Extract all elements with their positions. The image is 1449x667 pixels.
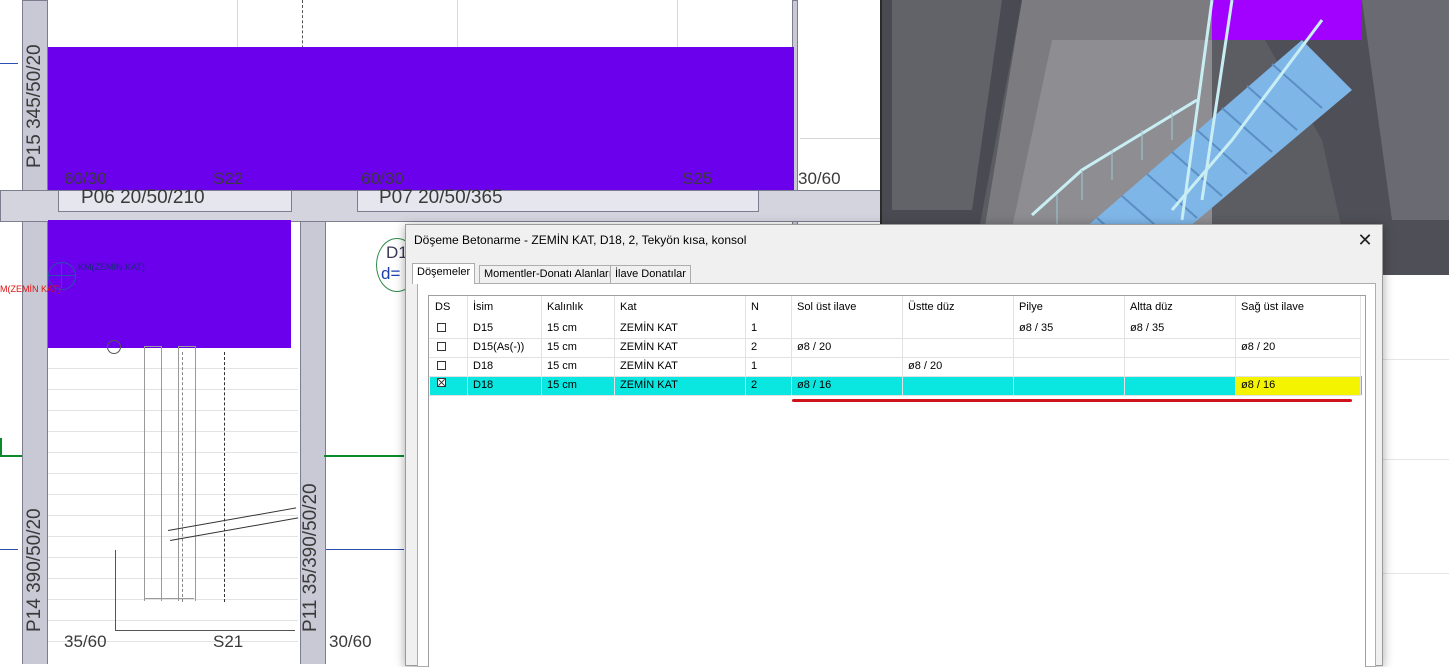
cell-isim: D18: [473, 379, 494, 391]
table-row[interactable]: D15 15 cm ZEMİN KAT 1 ø8 / 35 ø8 / 35: [429, 319, 1361, 338]
beam-end-label: 60/30: [64, 169, 107, 188]
cell-sag-ust-ilave[interactable]: ø8 / 16: [1235, 376, 1360, 395]
cell-n: 1: [751, 322, 758, 334]
grid-line: [457, 0, 458, 47]
tab-momentler-donati-alanlari[interactable]: Momentler-Donatı Alanları: [479, 265, 617, 283]
cell-n: 1: [751, 360, 758, 372]
cell-n: 2: [751, 341, 758, 353]
dimension-arrow: [0, 63, 18, 64]
km-marker-crosshair: [61, 262, 62, 288]
cell-kalinlik: 15 cm: [547, 341, 577, 353]
grid-line: [1382, 459, 1449, 460]
column-header-ustte-duz[interactable]: Üstte düz: [902, 296, 1013, 318]
beam-end-label: 30/60: [798, 169, 841, 188]
column-label-p14: P14 390/50/20: [24, 508, 45, 632]
cell-isim: D15(As(-)): [473, 341, 525, 353]
cell-kat: ZEMİN KAT: [620, 341, 678, 353]
cell-altta-duz[interactable]: ø8 / 35: [1124, 319, 1235, 338]
column-label-p11: P11 35/390/50/20: [300, 483, 321, 632]
km-marker-crosshair: [48, 275, 76, 276]
stair-handrail-left: [144, 346, 162, 601]
column-header-sag-ust-ilave[interactable]: Sağ üst ilave: [1235, 296, 1360, 318]
slab-tag-thickness: d=: [381, 264, 401, 283]
stair-steps: [48, 348, 298, 648]
red-annotation-line: [792, 399, 1352, 402]
grid-line: [800, 138, 880, 139]
table-row[interactable]: D18 15 cm ZEMİN KAT 1 ø8 / 20: [429, 357, 1361, 376]
tab-panel-dosemeler: DS İsim Kalınlık Kat N Sol üst ilave Üst…: [417, 283, 1376, 667]
column-header-kalinlik[interactable]: Kalınlık: [541, 296, 614, 318]
slab-grid[interactable]: DS İsim Kalınlık Kat N Sol üst ilave Üst…: [428, 295, 1366, 667]
cell-sag-ust-ilave[interactable]: ø8 / 20: [1235, 338, 1360, 357]
cell-kalinlik: 15 cm: [547, 322, 577, 334]
column-header-n[interactable]: N: [745, 296, 791, 318]
row-checkbox-checked[interactable]: [437, 378, 446, 387]
stair-start-circle: [107, 340, 121, 354]
cell-sol-ust-ilave[interactable]: ø8 / 16: [791, 376, 902, 395]
close-button[interactable]: ✕: [1354, 229, 1376, 251]
grid-line: [1382, 573, 1449, 574]
tab-dosemeler[interactable]: Döşemeler: [412, 263, 476, 284]
cell-kalinlik: 15 cm: [547, 360, 577, 372]
column-header-isim[interactable]: İsim: [467, 296, 541, 318]
beam-label-p06: P06 20/50/210: [81, 187, 205, 208]
row-separator: [429, 395, 1361, 396]
beam-label-s25: S25: [682, 169, 713, 188]
cell-kat: ZEMİN KAT: [620, 322, 678, 334]
table-row-selected[interactable]: D18 15 cm ZEMİN KAT 2 ø8 / 16 ø8 / 16: [429, 376, 1361, 395]
axis-line-green: [0, 438, 2, 456]
cell-sol-ust-ilave[interactable]: ø8 / 20: [791, 338, 902, 357]
row-checkbox[interactable]: [437, 342, 446, 351]
dimension-arrow: [0, 549, 18, 550]
row-checkbox[interactable]: [437, 361, 446, 370]
slab-reinforcement-dialog[interactable]: Döşeme Betonarme - ZEMİN KAT, D18, 2, Te…: [405, 224, 1383, 667]
beam-label-p07: P07 20/50/365: [379, 187, 503, 208]
cell-kalinlik: 15 cm: [547, 379, 577, 391]
column-header-pilye[interactable]: Pilye: [1013, 296, 1124, 318]
beam-label-s21: S21: [213, 632, 244, 651]
axis-line-green: [0, 455, 22, 457]
column-header-altta-duz[interactable]: Altta düz: [1124, 296, 1235, 318]
cell-kat: ZEMİN KAT: [620, 379, 678, 391]
grid-line: [1382, 359, 1449, 360]
close-icon: ✕: [1357, 230, 1373, 250]
stair-outline: [115, 550, 116, 630]
stair-outline: [115, 630, 295, 631]
beam-end-label: 35/60: [64, 632, 107, 651]
km-label-red: M(ZEMİN KAT): [0, 284, 61, 294]
stair-hidden-line: [182, 352, 183, 602]
cell-isim: D15: [473, 322, 494, 334]
km-label: KM(ZEMİN KAT): [78, 262, 145, 272]
table-row[interactable]: D15(As(-)) 15 cm ZEMİN KAT 2 ø8 / 20 ø8 …: [429, 338, 1361, 357]
dimension-arrow: [326, 549, 404, 550]
beam-label-s22: S22: [213, 169, 244, 188]
column-header-sol-ust-ilave[interactable]: Sol üst ilave: [791, 296, 902, 318]
cell-pilye[interactable]: ø8 / 35: [1013, 319, 1124, 338]
slab-landing-selected[interactable]: [48, 220, 291, 348]
cell-n: 2: [751, 379, 758, 391]
beam-end-label: 30/60: [329, 632, 372, 651]
dialog-title: Döşeme Betonarme - ZEMİN KAT, D18, 2, Te…: [414, 233, 747, 247]
column-header-ds[interactable]: DS: [429, 296, 467, 318]
grid-line: [677, 0, 678, 47]
beam-end-label: 60/30: [361, 169, 404, 188]
cell-isim: D18: [473, 360, 494, 372]
stair-direction-line: [224, 352, 225, 602]
cell-kat: ZEMİN KAT: [620, 360, 678, 372]
axis-line-green: [324, 455, 404, 457]
stair-handrail-right: [178, 346, 196, 601]
3d-view-bottom-blank: [1382, 275, 1449, 664]
cell-ustte-duz[interactable]: ø8 / 20: [902, 357, 1013, 376]
column-header-kat[interactable]: Kat: [614, 296, 745, 318]
tab-ilave-donatilar[interactable]: İlave Donatılar: [610, 265, 691, 283]
stair-handrail-bottom: [144, 598, 194, 599]
column-label-p15: P15 345/50/20: [24, 44, 45, 168]
row-checkbox[interactable]: [437, 323, 446, 332]
